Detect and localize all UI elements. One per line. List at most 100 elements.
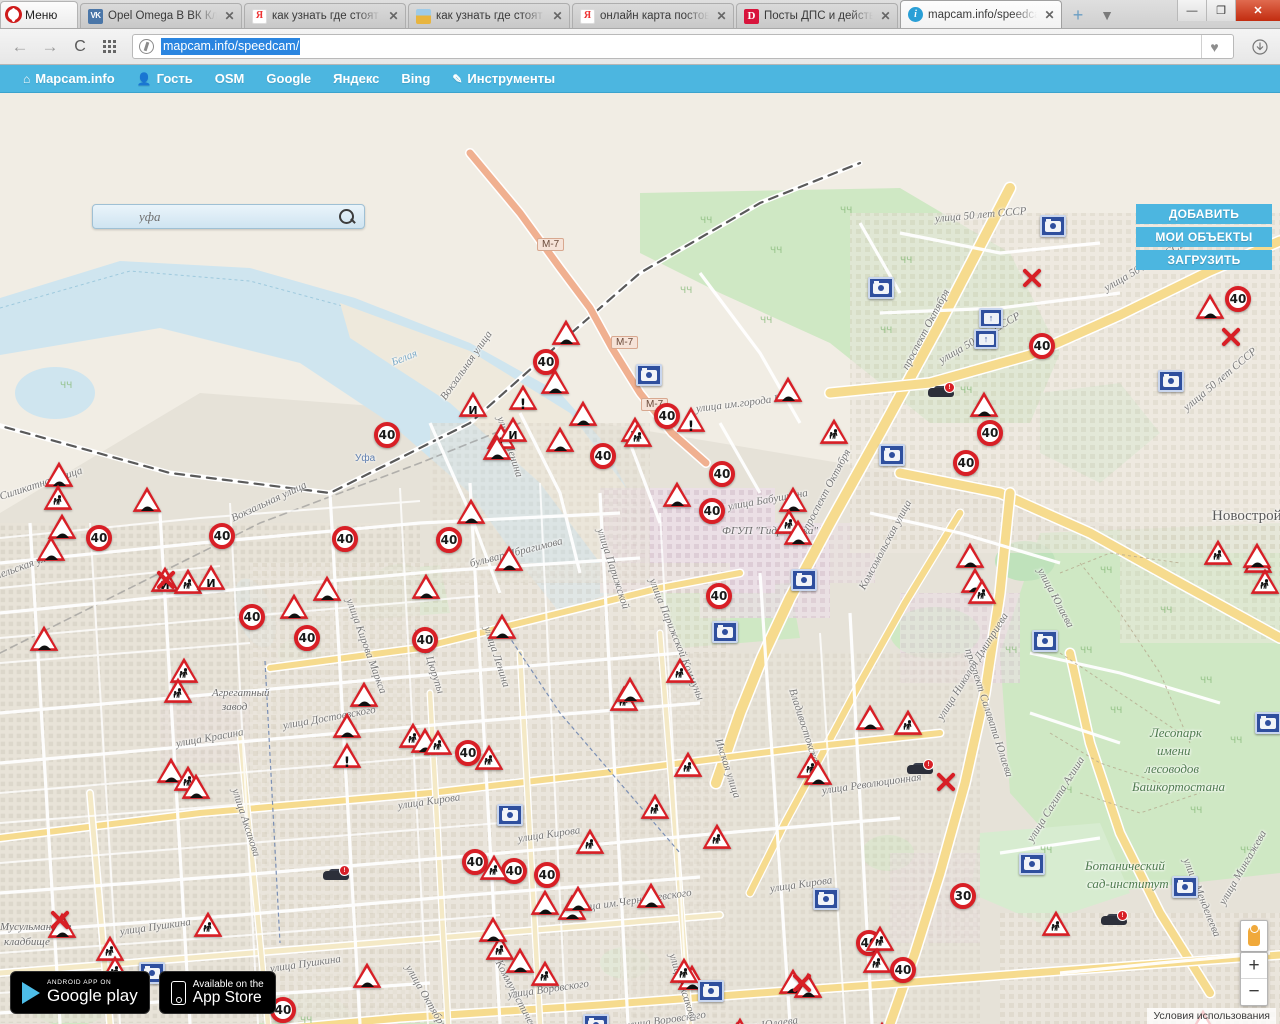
zoom-out-button[interactable]: − (1241, 979, 1267, 1005)
speed-limit-marker[interactable]: 40 (239, 604, 265, 630)
camera-icon[interactable] (583, 1014, 609, 1024)
speed-limit-marker[interactable]: 40 (86, 525, 112, 551)
warning-sign-marker[interactable] (36, 535, 66, 562)
speed-limit-marker[interactable]: 40 (977, 420, 1003, 446)
warning-triangle-icon[interactable] (530, 960, 560, 987)
speed-limit-icon[interactable]: 40 (534, 862, 560, 888)
warning-triangle-icon[interactable] (783, 519, 813, 546)
search-input[interactable] (137, 207, 338, 226)
warning-triangle-icon[interactable] (43, 484, 73, 511)
warning-triangle-icon[interactable] (540, 368, 570, 395)
warning-sign-marker[interactable] (478, 916, 508, 943)
warning-sign-marker[interactable] (349, 681, 379, 708)
warning-sign-marker[interactable] (332, 712, 362, 739)
warning-sign-marker[interactable] (1250, 568, 1280, 595)
speed-limit-marker[interactable]: 40 (890, 957, 916, 983)
police-car-icon[interactable]: ! (323, 865, 350, 880)
nav-item-mapcam-info[interactable]: ⌂ Mapcam.info (12, 65, 126, 93)
speed-limit-marker[interactable]: 40 (501, 858, 527, 884)
warning-triangle-icon[interactable] (193, 911, 223, 938)
warning-triangle-icon[interactable] (665, 657, 695, 684)
warning-triangle-icon[interactable] (862, 947, 892, 974)
cross-icon[interactable] (1019, 265, 1045, 291)
tab-close-icon[interactable]: ✕ (550, 9, 565, 24)
warning-triangle-icon[interactable] (702, 823, 732, 850)
warning-sign-marker[interactable] (673, 751, 703, 778)
cross-icon[interactable] (789, 970, 815, 996)
warning-sign-marker[interactable] (575, 828, 605, 855)
warning-triangle-icon[interactable] (1250, 568, 1280, 595)
traffic-signal-marker[interactable]: ↑ (979, 308, 1003, 328)
warning-triangle-icon[interactable] (1242, 542, 1272, 569)
warning-sign-marker[interactable] (563, 885, 593, 912)
warning-sign-marker[interactable] (862, 947, 892, 974)
cross-icon[interactable] (933, 769, 959, 795)
warning-sign-marker[interactable] (819, 418, 849, 445)
camera-icon[interactable] (879, 444, 905, 466)
maximize-button[interactable]: ❐ (1206, 0, 1235, 21)
warning-sign-marker[interactable]: И (498, 416, 528, 443)
warning-sign-marker[interactable] (662, 481, 692, 508)
close-button[interactable]: ✕ (1235, 0, 1280, 21)
warning-sign-marker[interactable] (312, 575, 342, 602)
warning-triangle-icon[interactable] (163, 677, 193, 704)
bookmark-icon[interactable]: ♥ (1201, 35, 1227, 58)
warning-triangle-icon[interactable] (1041, 910, 1071, 937)
warning-triangle-icon[interactable] (623, 421, 653, 448)
nav-item-bing[interactable]: Bing (390, 65, 441, 93)
speed-limit-icon[interactable]: 40 (1225, 286, 1251, 312)
speed-limit-marker[interactable]: 40 (534, 862, 560, 888)
speed-camera-marker[interactable] (1019, 853, 1045, 875)
browser-tab[interactable]: D Посты ДПС и действу ✕ (736, 3, 898, 28)
warning-sign-marker[interactable]: И (458, 391, 488, 418)
tab-close-icon[interactable]: ✕ (386, 9, 401, 24)
browser-tab[interactable]: Якак узнать где стоят п ✕ (244, 3, 406, 28)
warning-triangle-icon[interactable] (568, 400, 598, 427)
camera-icon[interactable] (1158, 370, 1184, 392)
opera-menu-button[interactable]: Меню (0, 1, 78, 28)
camera-icon[interactable] (1019, 853, 1045, 875)
warning-triangle-icon[interactable] (673, 751, 703, 778)
warning-triangle-icon[interactable] (478, 916, 508, 943)
warning-triangle-icon[interactable] (893, 709, 923, 736)
browser-tab[interactable]: Яонлайн карта постов ✕ (572, 3, 734, 28)
warning-triangle-icon[interactable] (349, 681, 379, 708)
speed-limit-marker[interactable]: 40 (709, 461, 735, 487)
warning-triangle-icon[interactable] (411, 573, 441, 600)
warning-triangle-icon[interactable] (456, 498, 486, 525)
speed-limit-icon[interactable]: 40 (332, 526, 358, 552)
speed-limit-marker[interactable]: 40 (294, 625, 320, 651)
reload-icon[interactable]: C (66, 33, 94, 61)
warning-sign-marker[interactable] (640, 793, 670, 820)
speed-camera-marker[interactable] (791, 569, 817, 591)
warning-sign-marker[interactable] (474, 744, 504, 771)
warning-sign-marker[interactable]: ! (332, 742, 362, 770)
my-objects-button[interactable]: МОИ ОБЪЕКТЫ (1136, 227, 1272, 247)
speed-camera-marker[interactable] (1172, 876, 1198, 898)
warning-sign-marker[interactable] (479, 854, 509, 881)
police-post-marker[interactable]: ! (907, 759, 934, 774)
nav-item-инструменты[interactable]: ✎ Инструменты (441, 65, 566, 93)
warning-triangle-icon[interactable] (1203, 539, 1233, 566)
back-button[interactable]: ← (6, 33, 34, 61)
warning-triangle-icon[interactable]: И (196, 564, 226, 591)
speed-limit-icon[interactable]: 40 (209, 523, 235, 549)
browser-tab[interactable]: VK Opel Omega В ВК Клу ✕ (80, 3, 242, 28)
camera-icon[interactable] (1032, 630, 1058, 652)
speed-camera-marker[interactable] (879, 444, 905, 466)
camera-icon[interactable] (813, 888, 839, 910)
removed-marker[interactable] (946, 782, 959, 795)
warning-sign-marker[interactable] (1195, 293, 1225, 320)
nav-item-google[interactable]: Google (255, 65, 322, 93)
warning-triangle-icon[interactable]: ! (332, 742, 362, 770)
speed-limit-marker[interactable]: 40 (332, 526, 358, 552)
warning-sign-marker[interactable] (29, 625, 59, 652)
warning-sign-marker[interactable] (1203, 539, 1233, 566)
speed-limit-icon[interactable]: 40 (977, 420, 1003, 446)
warning-triangle-icon[interactable]: И (458, 391, 488, 418)
warning-sign-marker[interactable]: И (196, 564, 226, 591)
warning-sign-marker[interactable] (163, 677, 193, 704)
browser-tab[interactable]: i mapcam.info/speedca ✕ (900, 0, 1062, 28)
warning-sign-marker[interactable]: ! (676, 406, 706, 434)
removed-marker[interactable] (802, 983, 815, 996)
